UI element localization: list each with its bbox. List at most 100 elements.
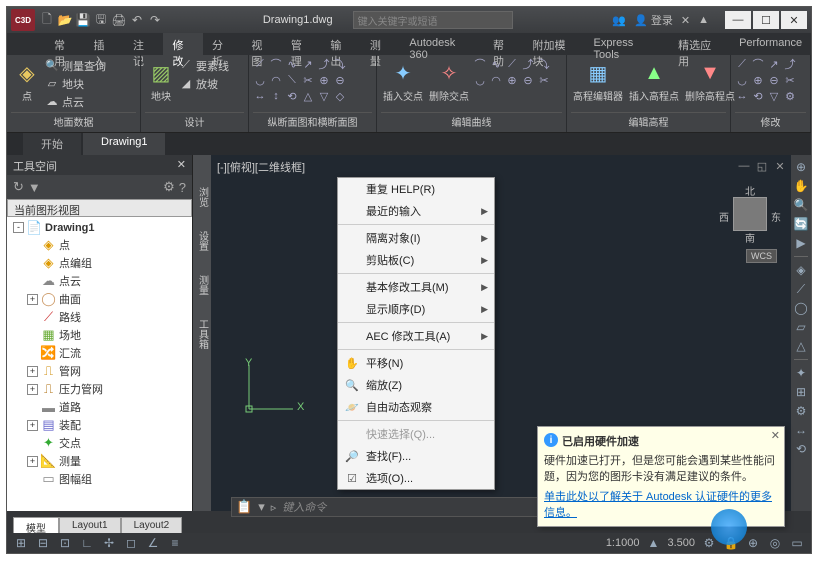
delete-pi-button[interactable]: ✧删除交点	[427, 57, 471, 105]
viewport-label[interactable]: [-][俯视][二维线框]	[217, 159, 305, 175]
profile-tools[interactable]: ⟋⌒∿↗⤴⤵ ◡◠⟍✂⊕⊖ ↔↕⟲△▽◇	[253, 57, 349, 103]
snap-icon[interactable]: ⊡	[57, 535, 73, 551]
tree-row[interactable]: ◈点	[9, 236, 190, 254]
vp-close-icon[interactable]: ✕	[773, 159, 787, 173]
menu-item[interactable]: 🪐自由动态观察	[338, 396, 494, 418]
cmd-recent-icon[interactable]: ▾	[258, 499, 265, 515]
fullnav-icon[interactable]: ⊕	[793, 159, 809, 175]
autodesk-icon[interactable]: ▲	[698, 14, 709, 26]
current-view-dropdown[interactable]: 当前图形视图	[7, 199, 192, 217]
app-icon[interactable]: C3D	[11, 9, 35, 31]
grading-button[interactable]: ◢放坡	[179, 75, 229, 92]
tool1-icon[interactable]: ◈	[793, 262, 809, 278]
tab-toolbox[interactable]: 工具箱	[195, 319, 210, 349]
tab-survey[interactable]: 测量	[361, 33, 400, 55]
tree-row[interactable]: +◯曲面	[9, 290, 190, 308]
plot-icon[interactable]: 🖨	[111, 12, 127, 28]
elev-editor-button[interactable]: ▦高程编辑器	[571, 57, 625, 105]
survey-query-button[interactable]: 🔍测量查询	[45, 57, 106, 74]
tab-addins[interactable]: 附加模块	[524, 33, 585, 55]
expand-icon[interactable]: +	[27, 384, 38, 395]
pointcloud-button[interactable]: ☁点云	[45, 93, 106, 110]
tab-annotate[interactable]: 注记	[124, 33, 163, 55]
grid-icon[interactable]: ⊟	[35, 535, 51, 551]
delete-elev-button[interactable]: ▼删除高程点	[683, 57, 737, 105]
tab-insert[interactable]: 插入	[84, 33, 123, 55]
tool6-icon[interactable]: ✦	[793, 365, 809, 381]
prospector-tree[interactable]: -📄Drawing1◈点◈点编组☁点云+◯曲面⟋路线▦场地🔀汇流+⎍管网+⎍压力…	[7, 217, 192, 511]
pan-icon[interactable]: ✋	[793, 178, 809, 194]
menu-item[interactable]: 最近的输入▶	[338, 200, 494, 222]
tree-row[interactable]: ▬道路	[9, 398, 190, 416]
tab-start[interactable]: 开始	[23, 133, 81, 155]
settings-icon[interactable]: ⚙	[163, 179, 175, 195]
cmd-history-icon[interactable]: 📋	[236, 499, 252, 515]
search-input[interactable]: 键入关键字或短语	[353, 11, 513, 29]
status-value[interactable]: 3.500	[667, 537, 695, 549]
command-line[interactable]: 📋 ▾ ▹ 键入命令	[231, 497, 561, 517]
viewcube-top[interactable]	[733, 197, 767, 231]
featureline-button[interactable]: ⟋要素线	[179, 57, 229, 74]
refresh-icon[interactable]: ↻	[13, 179, 24, 195]
anno-icon[interactable]: ▲	[645, 535, 661, 551]
tab-survey[interactable]: 测量	[195, 275, 210, 295]
lweight-icon[interactable]: ≡	[167, 535, 183, 551]
tab-settings[interactable]: 设置	[195, 231, 210, 251]
close-button[interactable]: ✕	[781, 11, 807, 29]
tab-modify[interactable]: 修改	[163, 33, 202, 55]
orbit-icon[interactable]: 🔄	[793, 216, 809, 232]
anno-scale[interactable]: 1:1000	[606, 537, 640, 549]
menu-item[interactable]: ☑选项(O)...	[338, 467, 494, 489]
open-icon[interactable]: 📂	[57, 12, 73, 28]
menu-item[interactable]: 重复 HELP(R)	[338, 178, 494, 200]
vp-minimize-icon[interactable]: —	[737, 159, 751, 173]
tree-row[interactable]: +⎍压力管网	[9, 380, 190, 398]
tree-row[interactable]: +▤装配	[9, 416, 190, 434]
parcel-big-button[interactable]: ▨地块	[145, 57, 177, 105]
exchange-icon[interactable]: ✕	[681, 14, 690, 27]
clean-icon[interactable]: ▭	[789, 535, 805, 551]
tab-prospector[interactable]: 浏览	[195, 187, 210, 207]
tab-drawing1[interactable]: Drawing1	[83, 133, 165, 155]
polar-icon[interactable]: ✢	[101, 535, 117, 551]
balloon-close-icon[interactable]: ✕	[771, 429, 780, 442]
tab-view[interactable]: 视图	[242, 33, 281, 55]
tree-row[interactable]: ☁点云	[9, 272, 190, 290]
tree-row[interactable]: 🔀汇流	[9, 344, 190, 362]
tree-row[interactable]: +📐测量	[9, 452, 190, 470]
tab-a360[interactable]: Autodesk 360	[400, 33, 484, 55]
menu-item[interactable]: 隔离对象(I)▶	[338, 227, 494, 249]
tool7-icon[interactable]: ⊞	[793, 384, 809, 400]
tool10-icon[interactable]: ⟲	[793, 441, 809, 457]
tool5-icon[interactable]: △	[793, 338, 809, 354]
tree-row[interactable]: +⎍管网	[9, 362, 190, 380]
menu-item[interactable]: 🔍缩放(Z)	[338, 374, 494, 396]
menu-item[interactable]: ✋平移(N)	[338, 352, 494, 374]
modify-tools[interactable]: ⟋⌒↗⤴ ◡⊕⊖✂ ↔⟲▽⚙	[735, 57, 799, 103]
tab-home[interactable]: 常用	[45, 33, 84, 55]
tree-row[interactable]: ⟋路线	[9, 308, 190, 326]
menu-item[interactable]: AEC 修改工具(A)▶	[338, 325, 494, 347]
tree-row[interactable]: ✦交点	[9, 434, 190, 452]
redo-icon[interactable]: ↷	[147, 12, 163, 28]
expand-icon[interactable]: +	[27, 294, 38, 305]
maximize-button[interactable]: ☐	[753, 11, 779, 29]
infocenter-icon[interactable]: 👥	[612, 14, 626, 27]
signin-button[interactable]: 👤 登录	[634, 12, 673, 28]
tab-output[interactable]: 输出	[321, 33, 360, 55]
expand-icon[interactable]: -	[13, 222, 24, 233]
hardware-icon[interactable]: ⊕	[745, 535, 761, 551]
menu-item[interactable]: 剪贴板(C)▶	[338, 249, 494, 271]
parcel-button[interactable]: ▱地块	[45, 75, 106, 92]
tab-analyze[interactable]: 分析	[203, 33, 242, 55]
new-icon[interactable]: 🗋	[39, 12, 55, 28]
help-icon[interactable]: ?	[179, 180, 186, 195]
tool3-icon[interactable]: ◯	[793, 300, 809, 316]
curve-tools[interactable]: ⌒∿⟋⤴⤵ ◡◠⊕⊖✂	[473, 57, 553, 87]
tree-row[interactable]: ▦场地	[9, 326, 190, 344]
tab-express[interactable]: Express Tools	[584, 33, 669, 55]
menu-item[interactable]: 🔎查找(F)...	[338, 445, 494, 467]
tab-performance[interactable]: Performance	[730, 33, 811, 55]
vp-restore-icon[interactable]: ◱	[755, 159, 769, 173]
tool2-icon[interactable]: ⟋	[793, 281, 809, 297]
